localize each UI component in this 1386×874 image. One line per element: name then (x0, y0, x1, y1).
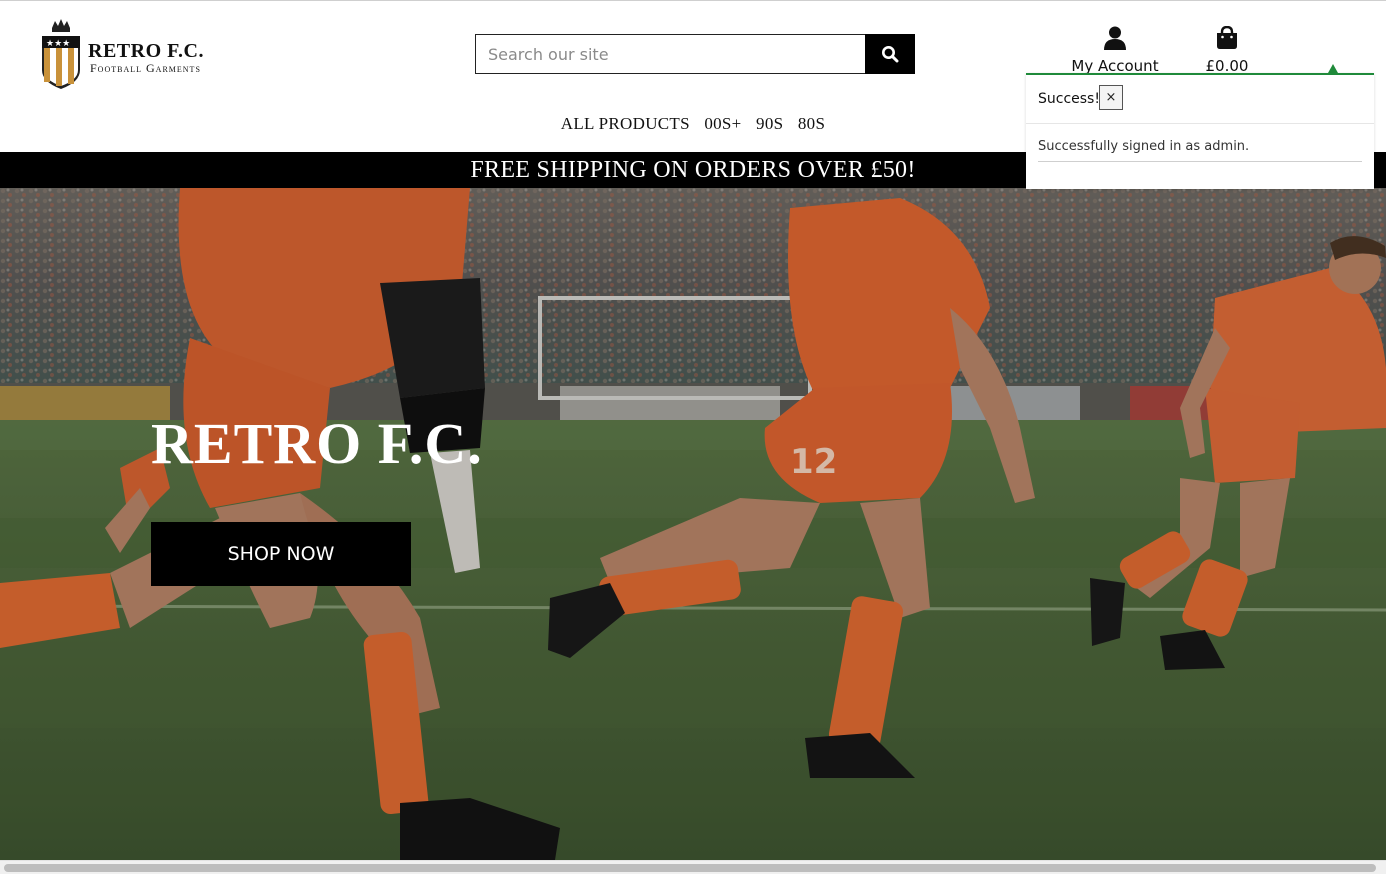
toast-divider (1038, 161, 1362, 162)
toast-arrow-icon (1328, 64, 1338, 73)
my-account-link[interactable]: My Account (1064, 26, 1166, 75)
shop-now-button[interactable]: SHOP NOW (151, 522, 411, 586)
nav-item-90s[interactable]: 90S (756, 114, 783, 134)
shopping-bag-icon (1217, 25, 1237, 49)
brand-name: RETRO F.C. (88, 40, 204, 62)
svg-text:★★★: ★★★ (46, 39, 70, 49)
search-icon (882, 46, 899, 63)
scrollbar-thumb[interactable] (4, 864, 1376, 872)
nav-item-00s[interactable]: 00S+ (704, 114, 741, 134)
toast-header: Success! × (1026, 75, 1374, 124)
search-input[interactable] (475, 34, 866, 74)
crest-shield-icon: ★★★ (42, 19, 80, 89)
success-toast: Success! × Successfully signed in as adm… (1026, 64, 1374, 189)
nav-item-80s[interactable]: 80S (798, 114, 825, 134)
brand-subtitle: Football Garments (90, 61, 201, 75)
search-button[interactable] (865, 34, 915, 74)
search-form (475, 34, 915, 74)
hero-title: RETRO F.C. (151, 411, 483, 476)
toast-title: Success! (1038, 91, 1100, 107)
page: ★★★ RETRO F.C. Football Garments My Acco… (0, 0, 1386, 874)
user-icon (1104, 26, 1126, 50)
horizontal-scrollbar[interactable] (0, 860, 1386, 874)
toast-message: Successfully signed in as admin. (1038, 139, 1250, 154)
nav-item-all-products[interactable]: ALL PRODUCTS (561, 114, 690, 134)
toast-close-button[interactable]: × (1099, 85, 1123, 110)
shopping-bag-link[interactable]: £0.00 (1196, 25, 1258, 75)
brand-logo-link[interactable]: ★★★ RETRO F.C. Football Garments (40, 18, 240, 90)
hero-section: 12 RETRO F.C. SHOP NOW (0, 188, 1386, 860)
